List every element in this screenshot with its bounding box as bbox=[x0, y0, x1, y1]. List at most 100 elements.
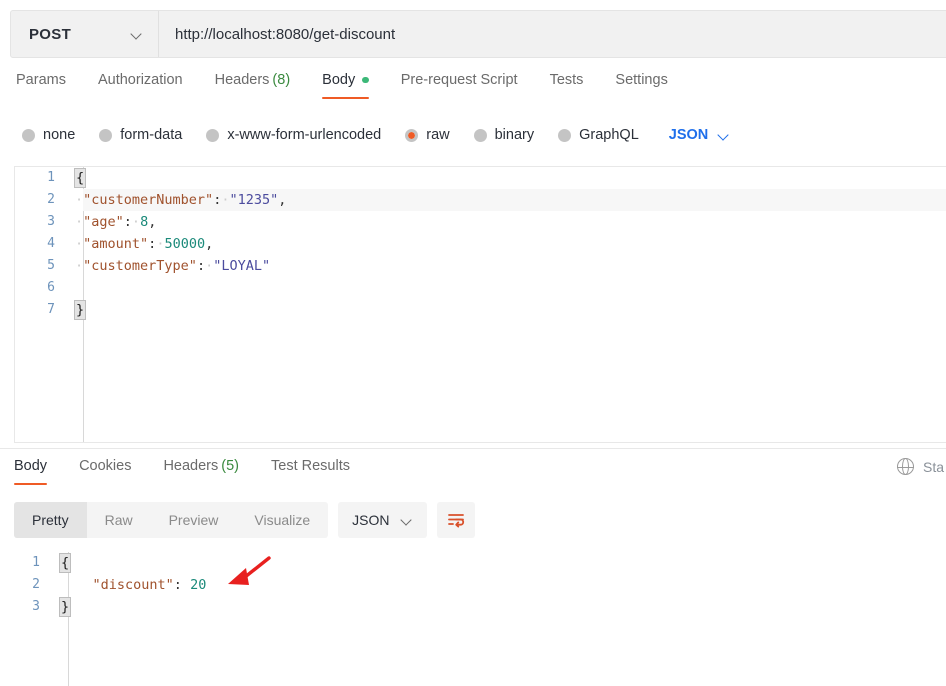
response-body-editor[interactable]: 1{2 "discount": 20 3} bbox=[14, 552, 946, 686]
request-tab-pre-request-script[interactable]: Pre-request Script bbox=[401, 70, 518, 102]
view-mode-pretty[interactable]: Pretty bbox=[14, 502, 87, 538]
code-line: 1{ bbox=[14, 552, 946, 574]
code-line: 2 "discount": 20 bbox=[14, 574, 946, 596]
matched-brace: } bbox=[59, 597, 72, 617]
radio-unchecked-icon[interactable] bbox=[22, 128, 35, 142]
token-num: 50000 bbox=[164, 236, 206, 252]
request-url-text: http://localhost:8080/get-discount bbox=[175, 25, 396, 43]
token-punct: , bbox=[205, 236, 214, 252]
tab-label: Authorization bbox=[97, 72, 183, 88]
token-punct: , bbox=[148, 214, 157, 230]
code-text: { bbox=[54, 552, 72, 574]
tab-label: Params bbox=[16, 72, 66, 88]
body-type-label: none bbox=[43, 127, 76, 143]
code-text: ·"customerNumber":·"1235", bbox=[69, 189, 286, 211]
line-number: 7 bbox=[47, 302, 55, 317]
code-text: ·"customerType":·"LOYAL" bbox=[69, 255, 270, 277]
http-method-label: POST bbox=[29, 25, 72, 43]
view-mode-preview[interactable]: Preview bbox=[151, 502, 237, 538]
request-tab-settings[interactable]: Settings bbox=[615, 70, 667, 102]
panel-divider[interactable] bbox=[0, 448, 946, 449]
body-type-x-www-form-urlencoded[interactable]: x-www-form-urlencoded bbox=[206, 127, 381, 143]
response-status-text: Sta bbox=[922, 458, 944, 475]
line-number: 4 bbox=[47, 236, 55, 251]
request-tab-authorization[interactable]: Authorization bbox=[98, 70, 183, 102]
request-tab-tests[interactable]: Tests bbox=[550, 70, 584, 102]
view-mode-raw[interactable]: Raw bbox=[87, 502, 151, 538]
response-tab-headers[interactable]: Headers (5) bbox=[163, 456, 239, 488]
token-dot: · bbox=[75, 258, 84, 274]
response-view-mode-group: Pretty Raw Preview Visualize bbox=[14, 502, 329, 538]
chevron-down-icon bbox=[131, 28, 143, 40]
token-punct bbox=[60, 577, 93, 593]
response-tab-body[interactable]: Body bbox=[14, 456, 48, 488]
code-line: 7} bbox=[15, 299, 946, 321]
code-line: 2 ·"customerNumber":·"1235", bbox=[15, 189, 946, 211]
tab-label: Body bbox=[322, 72, 356, 88]
body-type-label: form-data bbox=[120, 127, 183, 143]
tab-label: Cookies bbox=[79, 458, 132, 474]
view-mode-visualize[interactable]: Visualize bbox=[236, 502, 328, 538]
body-type-none[interactable]: none bbox=[22, 127, 75, 143]
tab-label: Test Results bbox=[271, 458, 350, 474]
token-dot: · bbox=[75, 214, 84, 230]
request-body-format-label: JSON bbox=[668, 127, 709, 143]
token-key: "age" bbox=[83, 214, 124, 230]
body-type-label: binary bbox=[494, 127, 535, 143]
tab-label: Body bbox=[14, 458, 48, 474]
body-type-binary[interactable]: binary bbox=[473, 127, 535, 143]
radio-unchecked-icon[interactable] bbox=[206, 128, 220, 142]
radio-unchecked-icon[interactable] bbox=[99, 128, 113, 142]
http-method-selector[interactable]: POST bbox=[11, 11, 159, 57]
body-type-label: GraphQL bbox=[579, 127, 639, 143]
body-modified-dot-icon bbox=[362, 76, 369, 84]
token-key: "customerNumber" bbox=[83, 192, 214, 208]
word-wrap-button[interactable] bbox=[436, 502, 475, 538]
tab-label: Headers bbox=[163, 458, 219, 474]
request-tab-params[interactable]: Params bbox=[16, 70, 66, 102]
response-view-toolbar: Pretty Raw Preview Visualize JSON bbox=[14, 502, 475, 538]
response-tab-test-results[interactable]: Test Results bbox=[271, 456, 350, 488]
token-dot: · bbox=[131, 214, 141, 230]
radio-checked-icon[interactable] bbox=[405, 128, 419, 142]
code-text: } bbox=[69, 299, 87, 321]
token-num: 20 bbox=[190, 577, 207, 593]
token-num: 8 bbox=[140, 214, 149, 230]
tab-label: Pre-request Script bbox=[400, 72, 518, 88]
body-type-form-data[interactable]: form-data bbox=[99, 127, 182, 143]
body-type-graphql[interactable]: GraphQL bbox=[558, 127, 639, 143]
code-line: 3} bbox=[14, 596, 946, 618]
response-format-selector[interactable]: JSON bbox=[338, 502, 427, 538]
request-body-editor[interactable]: 1{2 ·"customerNumber":·"1235", 3 ·"age":·8,… bbox=[14, 166, 946, 443]
radio-unchecked-icon[interactable] bbox=[473, 128, 487, 142]
tab-label: Settings bbox=[615, 72, 668, 88]
body-type-raw[interactable]: raw bbox=[405, 127, 450, 143]
tab-label: Headers bbox=[214, 72, 270, 88]
tab-count-badge: (5) bbox=[221, 458, 239, 474]
token-key: "customerType" bbox=[83, 258, 197, 274]
request-tab-body[interactable]: Body bbox=[322, 70, 369, 102]
request-tab-headers[interactable]: Headers (8) bbox=[215, 70, 291, 102]
response-format-label: JSON bbox=[352, 512, 390, 528]
globe-icon[interactable] bbox=[896, 457, 915, 476]
token-str: "LOYAL" bbox=[213, 258, 271, 274]
tab-count-badge: (8) bbox=[272, 72, 291, 88]
token-dot: · bbox=[205, 258, 214, 274]
request-body-format-selector[interactable]: JSON bbox=[669, 127, 731, 143]
request-url-input[interactable]: http://localhost:8080/get-discount bbox=[159, 11, 946, 57]
token-dot: · bbox=[75, 236, 84, 252]
code-line: 4 ·"amount":·50000, bbox=[15, 233, 946, 255]
response-status-area: Sta bbox=[896, 457, 946, 476]
code-line: 1{ bbox=[15, 167, 946, 189]
code-text: "discount": 20 bbox=[54, 574, 207, 596]
token-key: "amount" bbox=[83, 236, 149, 252]
chevron-down-icon bbox=[401, 514, 413, 526]
matched-brace: } bbox=[74, 300, 87, 320]
line-number: 3 bbox=[47, 214, 55, 229]
radio-unchecked-icon[interactable] bbox=[558, 128, 572, 142]
response-tab-cookies[interactable]: Cookies bbox=[79, 456, 131, 488]
request-url-bar: POST http://localhost:8080/get-discount bbox=[10, 10, 946, 58]
token-punct: : bbox=[123, 214, 132, 230]
code-text: ·"age":·8, bbox=[69, 211, 156, 233]
code-text: ·"amount":·50000, bbox=[69, 233, 213, 255]
